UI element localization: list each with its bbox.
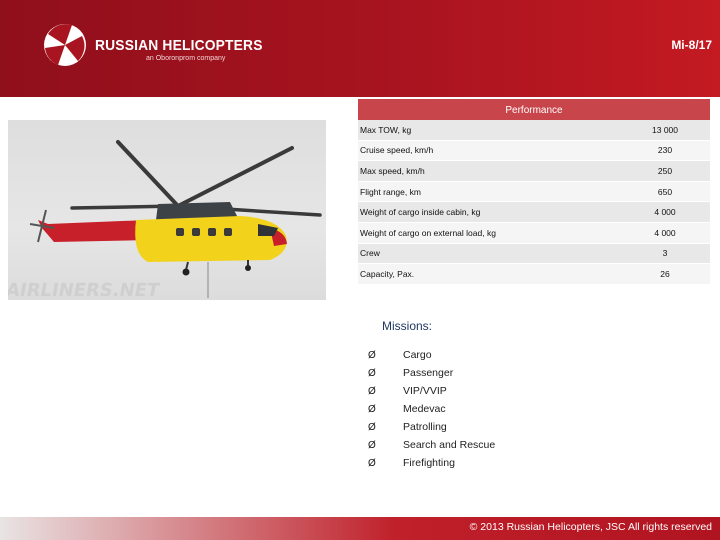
mission-label: Patrolling: [403, 421, 447, 433]
row-value: 4 000: [654, 227, 676, 238]
list-item: Ø Passenger: [368, 364, 495, 382]
row-label: Capacity, Pax.: [360, 268, 415, 279]
list-item: Ø Patrolling: [368, 418, 495, 436]
table-row: Max TOW, kg 13 000: [358, 120, 710, 141]
helicopter-icon: AIRLINERS.NET: [8, 140, 322, 300]
brand-name: RUSSIAN HELICOPTERS: [95, 37, 263, 54]
arrow-bullet-icon: Ø: [368, 439, 376, 451]
brand-subtitle: an Oboronprom company: [146, 55, 226, 62]
row-label: Crew: [360, 248, 380, 259]
mission-label: Firefighting: [403, 457, 455, 469]
list-item: Ø Medevac: [368, 400, 495, 418]
helicopter-photo: AIRLINERS.NET: [8, 120, 326, 300]
table-row: Capacity, Pax. 26: [358, 264, 710, 285]
performance-table: Performance Max TOW, kg 13 000 Cruise sp…: [358, 99, 710, 285]
list-item: Ø Search and Rescue: [368, 436, 495, 454]
arrow-bullet-icon: Ø: [368, 421, 376, 433]
mission-label: Passenger: [403, 367, 454, 379]
row-value: 26: [660, 268, 670, 279]
table-row: Flight range, km 650: [358, 181, 710, 203]
row-label: Max TOW, kg: [360, 124, 412, 135]
missions-list: Ø Cargo Ø Passenger Ø VIP/VVIP Ø Medevac Ø Pa…: [368, 346, 495, 472]
row-value: 3: [662, 248, 668, 259]
table-row: Weight of cargo on external load, kg 4 0…: [358, 222, 710, 244]
row-label: Flight range, km: [360, 186, 421, 197]
row-value: 650: [657, 186, 673, 197]
missions-heading: Missions:: [382, 319, 433, 333]
arrow-bullet-icon: Ø: [368, 349, 376, 361]
table-row: Crew 3: [358, 243, 710, 265]
row-value: 4 000: [654, 207, 676, 218]
header-banner: RUSSIAN HELICOPTERS an Oboronprom compan…: [0, 0, 720, 97]
arrow-bullet-icon: Ø: [368, 385, 376, 397]
row-label: Weight of cargo inside cabin, kg: [360, 207, 481, 218]
row-value: 250: [657, 165, 673, 176]
row-label: Weight of cargo on external load, kg: [360, 227, 496, 238]
mission-label: Cargo: [403, 349, 432, 361]
copyright-text: © 2013 Russian Helicopters, JSC All righ…: [469, 521, 712, 533]
svg-text:AIRLINERS.NET: AIRLINERS.NET: [8, 280, 162, 300]
arrow-bullet-icon: Ø: [368, 403, 376, 415]
performance-rows: Max TOW, kg 13 000 Cruise speed, km/h 23…: [358, 120, 710, 285]
row-label: Cruise speed, km/h: [360, 145, 434, 156]
russian-helicopters-logo-icon: [44, 24, 86, 66]
list-item: Ø Cargo: [368, 346, 495, 364]
row-value: 13 000: [652, 124, 678, 135]
mission-label: VIP/VVIP: [403, 385, 447, 397]
row-value: 230: [657, 145, 673, 156]
row-label: Max speed, km/h: [360, 165, 425, 176]
footer-bar: © 2013 Russian Helicopters, JSC All righ…: [0, 517, 720, 540]
arrow-bullet-icon: Ø: [368, 367, 376, 379]
list-item: Ø VIP/VVIP: [368, 382, 495, 400]
mission-label: Medevac: [403, 403, 446, 415]
table-row: Weight of cargo inside cabin, kg 4 000: [358, 202, 710, 223]
list-item: Ø Firefighting: [368, 454, 495, 472]
table-row: Cruise speed, km/h 230: [358, 140, 710, 162]
arrow-bullet-icon: Ø: [368, 457, 376, 469]
page-title: Mi-8/17: [671, 38, 712, 52]
table-row: Max speed, km/h 250: [358, 161, 710, 182]
performance-table-header: Performance: [358, 99, 710, 120]
mission-label: Search and Rescue: [403, 439, 496, 451]
